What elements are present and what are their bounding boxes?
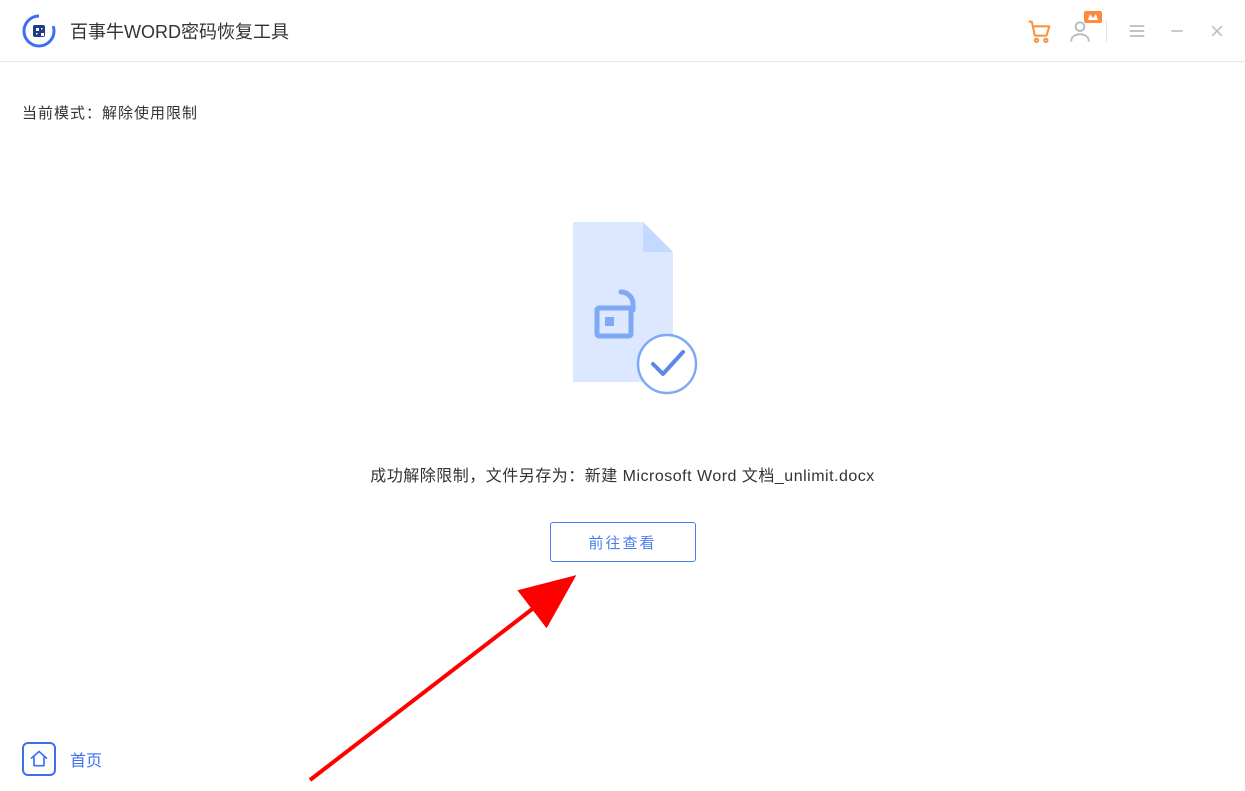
go-view-button[interactable]: 前往查看	[550, 522, 696, 562]
close-button[interactable]	[1199, 13, 1235, 49]
app-title: 百事牛WORD密码恢复工具	[70, 18, 289, 44]
main-content: 当前模式：解除使用限制 成功解除限制，文件	[0, 62, 1245, 739]
minimize-button[interactable]	[1159, 13, 1195, 49]
document-unlocked-icon	[533, 212, 713, 412]
current-mode: 当前模式：解除使用限制	[22, 102, 1223, 123]
footer: 首页	[0, 733, 1245, 785]
home-label: 首页	[70, 747, 102, 771]
cart-button[interactable]	[1022, 13, 1058, 49]
go-view-label: 前往查看	[588, 532, 656, 553]
success-message: 成功解除限制，文件另存为：新建 Microsoft Word 文档_unlimi…	[370, 462, 875, 486]
home-link[interactable]: 首页	[22, 742, 102, 776]
mode-value: 解除使用限制	[102, 105, 198, 122]
close-icon	[1208, 22, 1226, 40]
checkmark-icon	[638, 335, 696, 393]
titlebar: 百事牛WORD密码恢复工具	[0, 0, 1245, 62]
app-logo-icon	[22, 14, 56, 48]
menu-icon	[1127, 21, 1147, 41]
user-button[interactable]	[1062, 13, 1098, 49]
success-prefix: 成功解除限制，文件另存为：	[370, 468, 585, 485]
vip-badge-icon	[1084, 11, 1102, 23]
minimize-icon	[1168, 22, 1186, 40]
saved-filename: 新建 Microsoft Word 文档_unlimit.docx	[585, 468, 875, 485]
cart-icon	[1026, 17, 1054, 45]
menu-button[interactable]	[1119, 13, 1155, 49]
titlebar-separator	[1106, 20, 1107, 42]
mode-label: 当前模式：	[22, 105, 102, 122]
home-icon	[22, 742, 56, 776]
result-panel: 成功解除限制，文件另存为：新建 Microsoft Word 文档_unlimi…	[0, 212, 1245, 562]
